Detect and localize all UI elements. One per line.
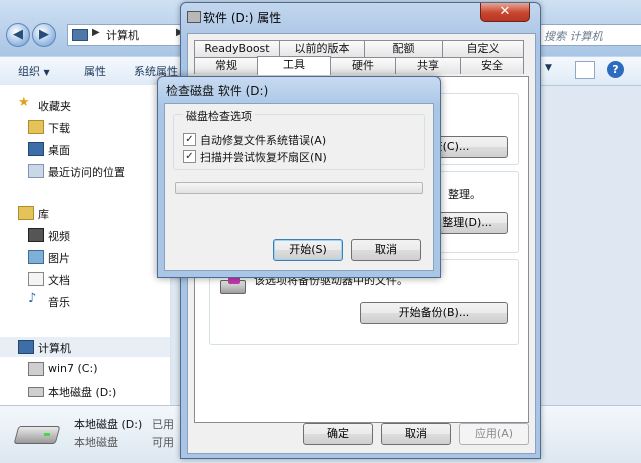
recent-places-icon xyxy=(28,164,44,178)
forward-arrow-icon[interactable]: ▶ xyxy=(32,23,56,47)
document-icon xyxy=(28,272,44,286)
auto-fix-checkbox[interactable]: ✓ xyxy=(183,133,196,146)
properties-dialog-title: 软件 (D:) 属性 xyxy=(203,11,282,25)
nav-desktop[interactable]: 桌面 xyxy=(0,139,170,159)
star-icon: ★ xyxy=(18,95,30,110)
navigation-pane: ★ 收藏夹 下载 桌面 最近访问的位置 库 视频 图片 文档 ♪ 音乐 计算机 … xyxy=(0,85,171,405)
check-cancel-button[interactable]: 取消 xyxy=(351,239,421,261)
scan-recover-label: 扫描并尝试恢复坏扇区(N) xyxy=(200,151,327,164)
details-used-label: 已用 xyxy=(152,418,174,431)
tab-hardware[interactable]: 硬件 xyxy=(330,57,396,74)
check-disk-body: 磁盘检查选项 ✓ 自动修复文件系统错误(A) ✓ 扫描并尝试恢复坏扇区(N) 开… xyxy=(164,103,434,271)
search-placeholder: 搜索 计算机 xyxy=(544,30,603,43)
breadcrumb-computer[interactable]: 计算机 xyxy=(106,27,139,43)
download-folder-icon xyxy=(28,120,44,134)
apply-button[interactable]: 应用(A) xyxy=(459,423,529,445)
nav-drive-d[interactable]: 本地磁盘 (D:) xyxy=(0,381,170,401)
computer-icon xyxy=(72,29,88,41)
nav-pictures[interactable]: 图片 xyxy=(0,247,170,267)
chevron-down-icon[interactable]: ▼ xyxy=(545,63,555,79)
windows-drive-icon xyxy=(28,362,44,376)
help-icon[interactable]: ? xyxy=(607,61,624,78)
nav-computer[interactable]: 计算机 xyxy=(0,337,170,357)
tab-sharing[interactable]: 共享 xyxy=(395,57,461,74)
breadcrumb-arrow-icon[interactable]: ▶ xyxy=(92,27,100,38)
nav-recent[interactable]: 最近访问的位置 xyxy=(0,161,170,181)
scan-recover-checkbox[interactable]: ✓ xyxy=(183,150,196,163)
picture-icon xyxy=(28,250,44,264)
auto-fix-label: 自动修复文件系统错误(A) xyxy=(200,134,327,147)
check-disk-dialog: 检查磁盘 软件 (D:) 磁盘检查选项 ✓ 自动修复文件系统错误(A) ✓ 扫描… xyxy=(157,76,441,278)
back-arrow-icon[interactable]: ◀ xyxy=(6,23,30,47)
cancel-button[interactable]: 取消 xyxy=(381,423,451,445)
nav-favorites[interactable]: ★ 收藏夹 xyxy=(0,95,170,115)
defrag-description: 整理。 xyxy=(448,188,481,201)
nav-music[interactable]: ♪ 音乐 xyxy=(0,291,170,311)
tab-general[interactable]: 常规 xyxy=(194,57,258,74)
properties-toolbar-button[interactable]: 属性 xyxy=(84,63,106,79)
tab-previous-versions[interactable]: 以前的版本 xyxy=(279,40,365,57)
drive-icon xyxy=(28,387,44,397)
library-icon xyxy=(18,206,34,220)
search-input[interactable]: 搜索 计算机 xyxy=(537,24,641,46)
nav-videos[interactable]: 视频 xyxy=(0,225,170,245)
tab-quota[interactable]: 配额 xyxy=(364,40,443,57)
video-icon xyxy=(28,228,44,242)
tab-customize[interactable]: 自定义 xyxy=(442,40,524,57)
details-available-label: 可用 xyxy=(152,436,174,449)
nav-libraries[interactable]: 库 xyxy=(0,203,170,223)
organize-label: 组织 xyxy=(18,65,40,78)
tab-readyboost[interactable]: ReadyBoost xyxy=(194,40,280,57)
nav-documents[interactable]: 文档 xyxy=(0,269,170,289)
preview-pane-icon[interactable] xyxy=(575,61,595,79)
hard-drive-icon xyxy=(13,418,61,448)
close-icon[interactable]: ✕ xyxy=(480,3,530,22)
disk-check-options-label: 磁盘检查选项 xyxy=(183,108,255,124)
nav-drive-c[interactable]: win7 (C:) xyxy=(0,359,170,379)
ok-button[interactable]: 确定 xyxy=(303,423,373,445)
start-button[interactable]: 开始(S) xyxy=(273,239,343,261)
details-drive-type: 本地磁盘 xyxy=(74,436,118,449)
details-drive-name: 本地磁盘 (D:) xyxy=(74,418,143,431)
drive-icon xyxy=(187,11,201,23)
tab-tools[interactable]: 工具 xyxy=(257,56,331,75)
desktop-icon xyxy=(28,142,44,156)
check-progress-bar xyxy=(175,182,423,194)
check-disk-title: 检查磁盘 软件 (D:) xyxy=(166,84,269,98)
chevron-down-icon: ▼ xyxy=(43,68,50,77)
backup-now-button[interactable]: 开始备份(B)... xyxy=(360,302,508,324)
music-note-icon: ♪ xyxy=(28,291,37,306)
checkmark-icon: ✓ xyxy=(185,151,194,162)
checkmark-icon: ✓ xyxy=(185,134,194,145)
tab-security[interactable]: 安全 xyxy=(460,57,524,74)
computer-icon xyxy=(18,340,34,354)
organize-menu[interactable]: 组织 ▼ xyxy=(18,63,50,79)
nav-downloads[interactable]: 下载 xyxy=(0,117,170,137)
